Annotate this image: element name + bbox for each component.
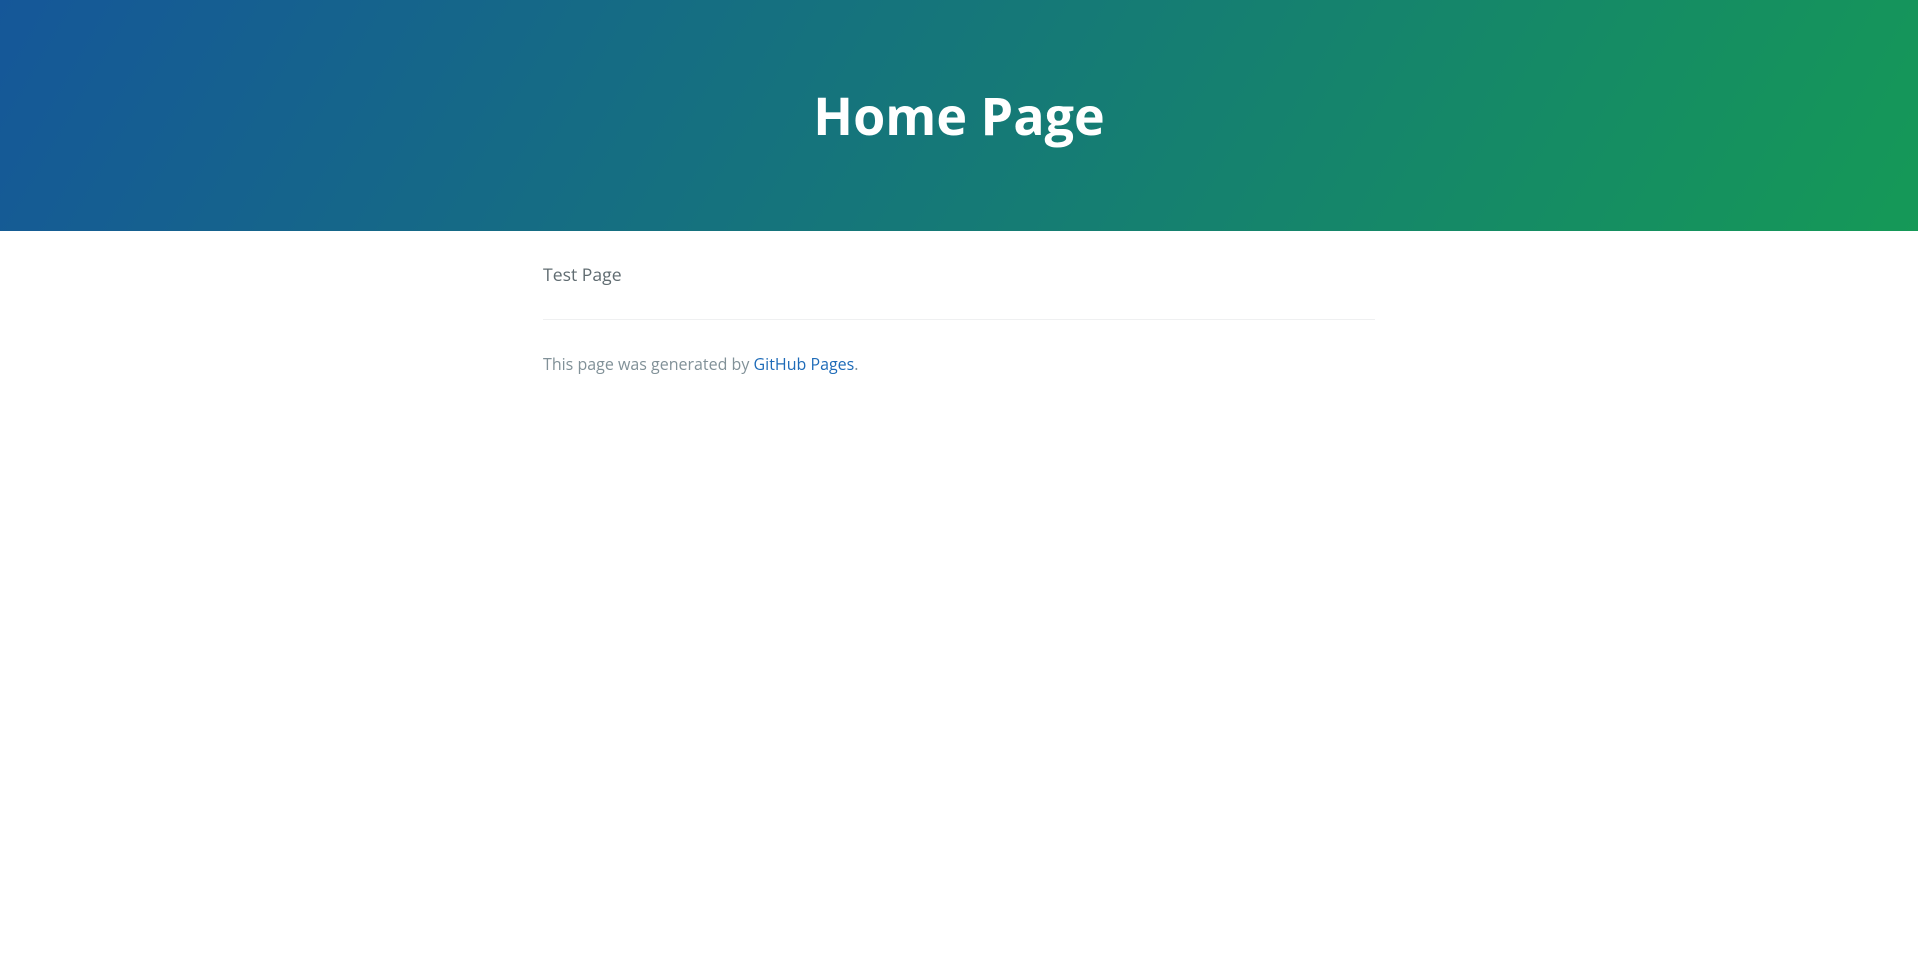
footer-suffix: . (854, 353, 858, 375)
page-header: Home Page (0, 0, 1918, 231)
github-pages-link[interactable]: GitHub Pages (754, 353, 855, 375)
page-title: Home Page (96, 80, 1822, 151)
site-footer: This page was generated by GitHub Pages. (543, 319, 1375, 376)
footer-prefix: This page was generated by (543, 353, 754, 375)
main-content: Test Page This page was generated by Git… (447, 231, 1471, 408)
body-text: Test Page (543, 263, 1375, 287)
footer-text: This page was generated by GitHub Pages. (543, 353, 858, 375)
